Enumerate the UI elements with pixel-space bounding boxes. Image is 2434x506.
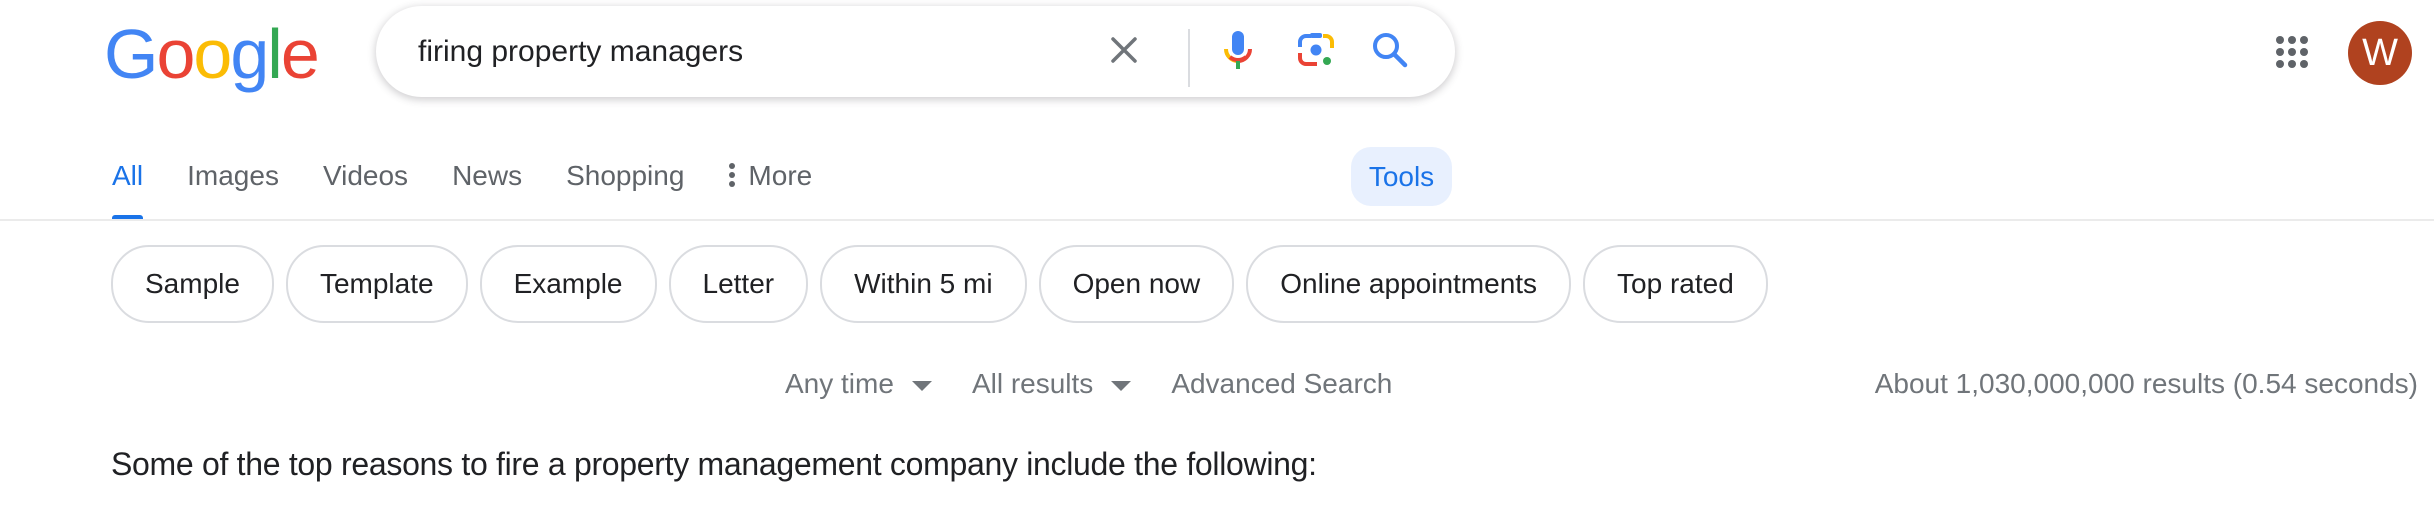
tab-label: Images — [187, 160, 279, 191]
vertical-dots-icon — [728, 150, 736, 202]
search-bar-divider — [1188, 29, 1190, 87]
logo-letter: g — [230, 15, 269, 93]
search-tabs: All Images Videos News Shopping More — [112, 150, 856, 220]
tab-videos[interactable]: Videos — [323, 150, 408, 220]
featured-snippet-heading: Some of the top reasons to fire a proper… — [111, 446, 1317, 482]
results-filter-dropdown[interactable]: All results — [971, 368, 1132, 400]
lens-search-button[interactable] — [1292, 28, 1340, 76]
clear-search-button[interactable] — [1100, 28, 1148, 76]
microphone-icon — [1222, 29, 1254, 76]
tab-all[interactable]: All — [112, 150, 144, 220]
search-button[interactable] — [1366, 28, 1414, 76]
tab-label: Videos — [322, 160, 409, 191]
search-input[interactable] — [418, 6, 1058, 97]
chip-example[interactable]: Example — [479, 245, 657, 323]
result-stats: About 1,030,000,000 results (0.54 second… — [1874, 368, 2418, 399]
google-logo[interactable]: Google — [104, 14, 320, 94]
tab-label: Shopping — [566, 160, 685, 191]
chip-template[interactable]: Template — [285, 245, 468, 323]
close-icon — [1109, 35, 1139, 70]
caret-down-icon — [1111, 381, 1132, 391]
camera-lens-icon — [1297, 31, 1335, 74]
chip-sample[interactable]: Sample — [111, 245, 274, 323]
logo-letter: l — [267, 15, 283, 93]
tab-label: News — [452, 160, 523, 191]
tabs-divider — [0, 219, 2434, 221]
tab-news[interactable]: News — [452, 150, 522, 220]
chip-within-5-mi[interactable]: Within 5 mi — [820, 245, 1027, 323]
logo-letter: e — [280, 15, 320, 93]
tab-label: All — [112, 160, 144, 191]
logo-letter: G — [104, 15, 158, 93]
logo-letter: o — [156, 15, 195, 93]
advanced-search-link[interactable]: Advanced Search — [1171, 368, 1392, 400]
caret-down-icon — [911, 381, 932, 391]
results-filter-label: All results — [971, 368, 1094, 399]
tab-label: More — [748, 160, 813, 191]
tab-shopping[interactable]: Shopping — [566, 150, 684, 220]
chip-open-now[interactable]: Open now — [1038, 245, 1235, 323]
time-filter-dropdown[interactable]: Any time — [785, 368, 932, 400]
time-filter-label: Any time — [785, 368, 894, 399]
tools-button[interactable]: Tools — [1351, 147, 1452, 206]
account-avatar[interactable]: W — [2348, 21, 2412, 85]
chip-top-rated[interactable]: Top rated — [1583, 245, 1768, 323]
logo-letter: o — [193, 15, 232, 93]
google-apps-button[interactable] — [2268, 30, 2316, 78]
apps-grid-icon — [2275, 35, 2309, 74]
magnifier-icon — [1371, 31, 1409, 74]
refinement-chips: Sample Template Example Letter Within 5 … — [111, 245, 1780, 323]
chip-online-appointments[interactable]: Online appointments — [1246, 245, 1572, 323]
search-bar — [376, 6, 1455, 97]
voice-search-button[interactable] — [1214, 28, 1262, 76]
tab-images[interactable]: Images — [187, 150, 279, 220]
search-filters: Any time All results Advanced Search — [785, 368, 1432, 400]
chip-letter[interactable]: Letter — [668, 245, 809, 323]
tab-more[interactable]: More — [728, 150, 812, 220]
